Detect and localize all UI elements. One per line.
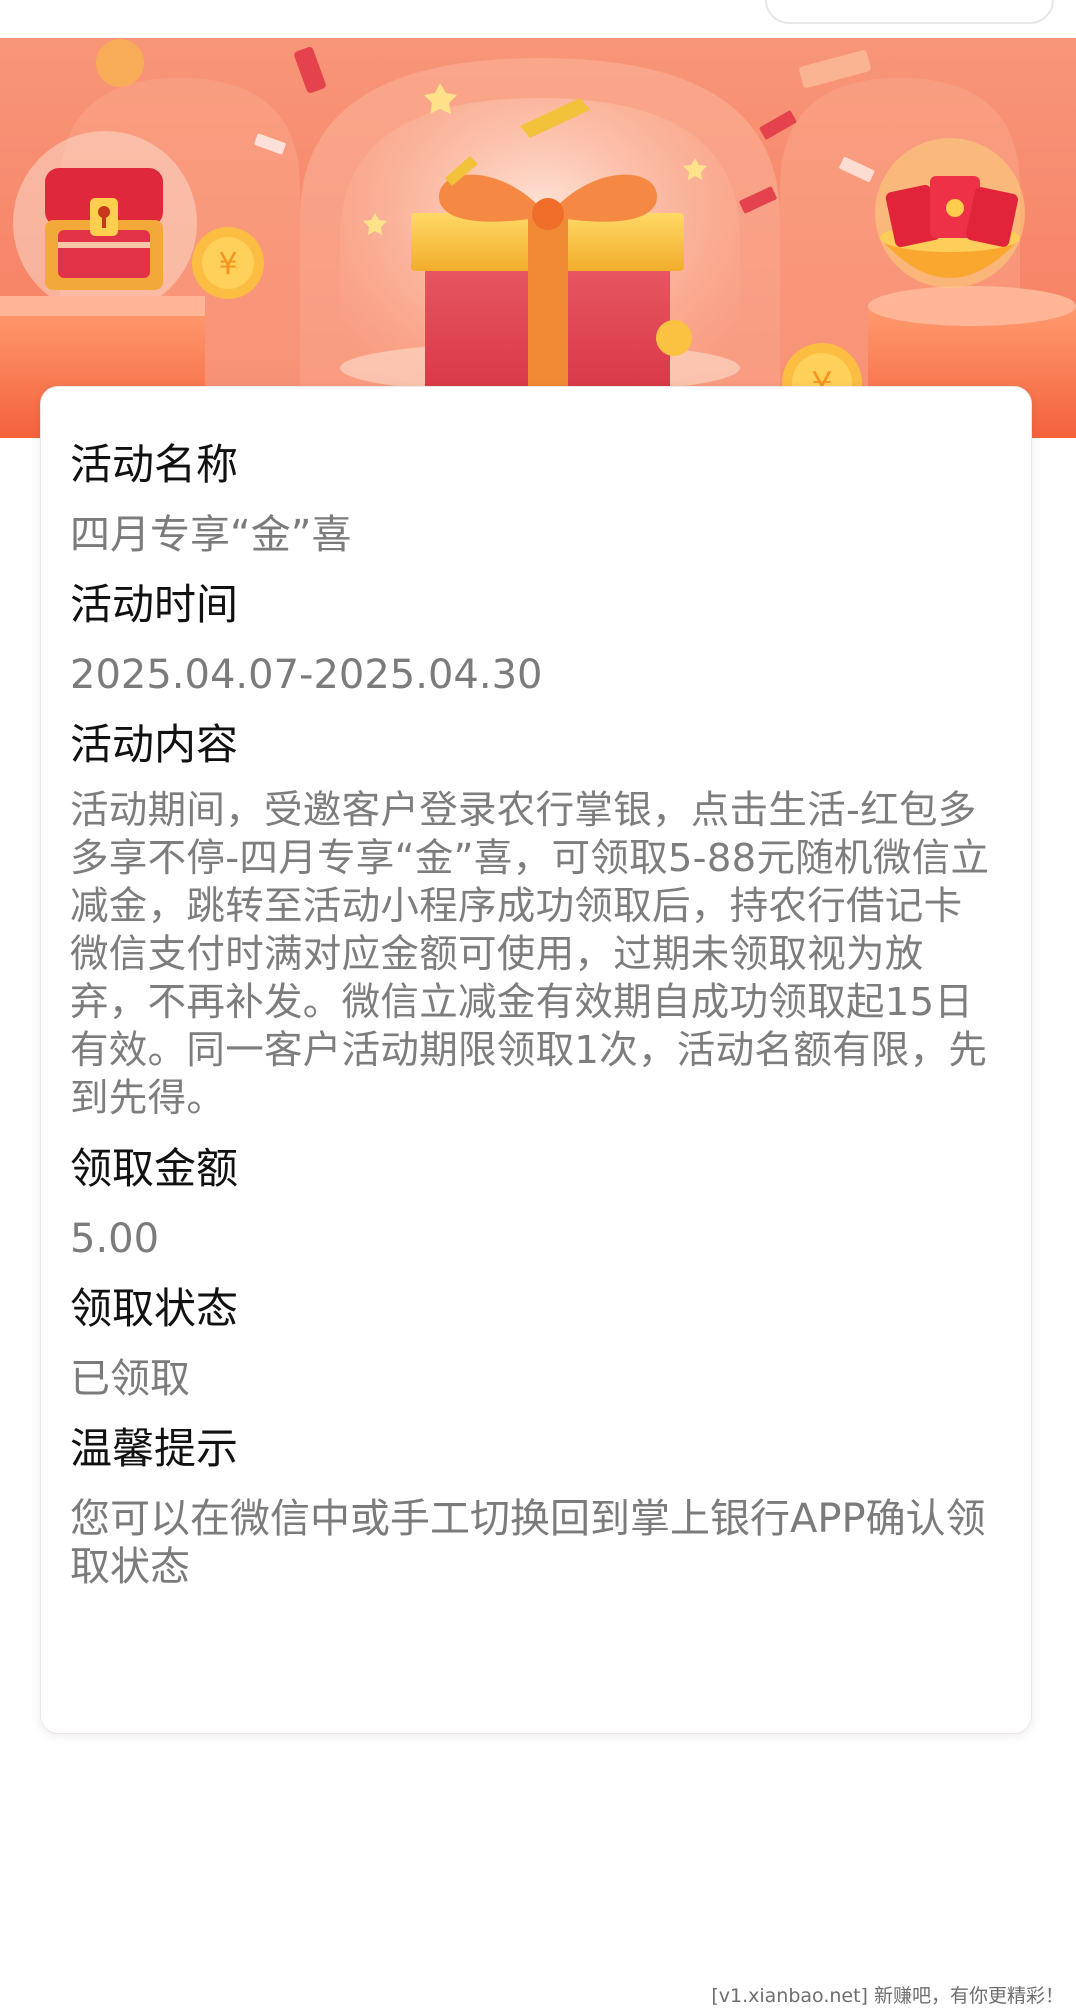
gold-coin-icon: ¥: [192, 227, 264, 299]
tip-label: 温馨提示: [70, 1424, 239, 1473]
top-capsule-button[interactable]: [765, 0, 1054, 24]
claim-status-label: 领取状态: [70, 1284, 239, 1333]
activity-time-label: 活动时间: [70, 580, 239, 629]
activity-content-label: 活动内容: [70, 720, 239, 769]
activity-content-value: 活动期间，受邀客户登录农行掌银，点击生活-红包多多享不停-四月专享“金”喜，可领…: [70, 788, 990, 1121]
claim-amount-value: 5.00: [70, 1216, 160, 1262]
banner-illustration: ¥ ¥: [0, 38, 1076, 438]
activity-banner: ¥ ¥: [0, 38, 1076, 438]
activity-detail-card: 活动名称 四月专享“金”喜 活动时间 2025.04.07-2025.04.30…: [40, 386, 1032, 1734]
tip-value: 您可以在微信中或手工切换回到掌上银行APP确认领取状态: [70, 1496, 986, 1590]
claim-amount-label: 领取金额: [70, 1144, 239, 1193]
top-bar: [0, 0, 1076, 38]
svg-text:¥: ¥: [218, 247, 237, 282]
watermark-text: [v1.xianbao.net] 新赚吧，有你更精彩！: [711, 1985, 1064, 2007]
activity-name-label: 活动名称: [70, 440, 239, 489]
activity-name-value: 四月专享“金”喜: [70, 512, 352, 558]
claim-status-value: 已领取: [70, 1356, 190, 1402]
activity-time-value: 2025.04.07-2025.04.30: [70, 652, 543, 698]
